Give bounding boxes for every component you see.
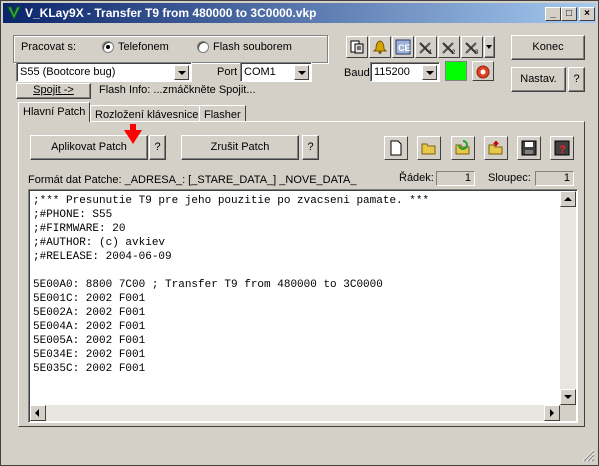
app-icon [7,6,21,21]
tools-3-icon[interactable]: 3 [461,36,483,58]
chevron-down-icon[interactable] [422,65,437,80]
maximize-button[interactable]: □ [561,7,577,21]
chevron-down-icon[interactable] [174,65,189,80]
end-button[interactable]: Konec [511,35,585,60]
svg-text:3: 3 [475,50,479,55]
arrow-down-icon [124,124,142,144]
dropdown-arrow-icon[interactable] [484,36,495,58]
row-label: Řádek: [399,172,434,184]
horizontal-scrollbar[interactable] [30,405,560,421]
settings-help-button[interactable]: ? [568,67,585,92]
cancel-patch-help-button[interactable]: ? [302,135,319,160]
minimize-button[interactable]: _ [545,7,561,21]
baud-label: Baud [344,67,370,79]
work-with-label: Pracovat s: [21,41,77,53]
port-label: Port [217,66,238,78]
main-patch-panel: Aplikovat Patch ? Zrušit Patch ? ? Formá… [18,121,585,427]
window-title: V_KLay9X - Transfer T9 from 480000 to 3C… [25,6,317,20]
editor-line: 5E004A: 2002 F001 [33,321,146,333]
patch-format-label: Formát dat Patche: _ADRESA_: [_STARE_DAT… [28,174,357,186]
svg-text:?: ? [559,144,566,156]
save-icon[interactable] [517,136,541,160]
editor-line: ;#RELEASE: 2004-06-09 [33,251,172,263]
title-bar[interactable]: V_KLay9X - Transfer T9 from 480000 to 3C… [3,3,596,23]
editor-text[interactable]: ;*** Presunutie T9 pre jeho pouzitie po … [33,194,557,376]
tools-1-icon[interactable]: 1 [415,36,437,58]
phone-model-select[interactable]: S55 (Bootcore bug) [16,62,192,82]
delete-icon[interactable]: ? [550,136,574,160]
apply-patch-help-button[interactable]: ? [149,135,166,160]
column-value-field: 1 [535,171,574,186]
bell-icon[interactable] [369,36,391,58]
resize-grip-icon[interactable] [581,448,595,462]
add-folder-icon[interactable] [484,136,508,160]
radio-phone[interactable] [102,41,114,53]
radio-phone-label[interactable]: Telefonem [118,41,169,53]
tab-flasher[interactable]: Flasher [199,105,246,122]
editor-line: 5E035C: 2002 F001 [33,363,146,375]
reload-icon[interactable] [451,136,475,160]
connect-button[interactable]: Spojit -> [16,83,91,99]
scroll-left-button[interactable] [30,405,46,421]
main-window: V_KLay9X - Transfer T9 from 480000 to 3C… [0,0,599,466]
tab-keyboard-layout[interactable]: Rozložení klávesnice [90,105,204,122]
editor-line: ;#AUTHOR: (c) avkiev [33,237,166,249]
patch-editor[interactable]: ;*** Presunutie T9 pre jeho pouzitie po … [28,189,578,423]
editor-line: ;#PHONE: S55 [33,209,113,221]
editor-line: 5E001C: 2002 F001 [33,293,146,305]
tools-2-icon[interactable]: 2 [438,36,460,58]
scroll-right-button[interactable] [544,405,560,421]
open-folder-icon[interactable] [417,136,441,160]
editor-line: ;*** Presunutie T9 pre jeho pouzitie po … [33,195,430,207]
editor-line: 5E034E: 2002 F001 [33,349,146,361]
scroll-up-button[interactable] [560,191,576,207]
ce-icon[interactable]: CE [392,36,414,58]
cancel-patch-button[interactable]: Zrušit Patch [181,135,299,160]
baud-select[interactable]: 115200 [370,62,440,82]
phone-book-icon[interactable] [346,36,368,58]
radio-flash[interactable] [197,41,209,53]
close-button[interactable]: × [579,7,595,21]
column-label: Sloupec: [488,172,531,184]
svg-text:CE: CE [398,43,411,53]
editor-line: 5E00A0: 8800 7C00 ; Transfer T9 from 480… [33,279,383,291]
editor-line: 5E005A: 2002 F001 [33,335,146,347]
vertical-scrollbar[interactable] [560,191,576,405]
editor-line: ;#FIRMWARE: 20 [33,223,126,235]
port-select[interactable]: COM1 [240,62,312,82]
scroll-down-button[interactable] [560,389,576,405]
chevron-down-icon[interactable] [294,65,309,80]
scroll-corner [560,405,576,421]
svg-text:1: 1 [429,50,433,55]
connection-status-indicator [445,61,467,81]
row-value-field: 1 [436,171,475,186]
gear-icon[interactable] [472,61,494,81]
svg-text:2: 2 [452,50,456,55]
tab-main-patch[interactable]: Hlavní Patch [18,102,91,122]
editor-line: 5E002A: 2002 F001 [33,307,146,319]
settings-button[interactable]: Nastav. [511,67,566,92]
flash-info-text: Flash Info: ...zmáčkněte Spojit... [99,84,256,96]
radio-flash-label[interactable]: Flash souborem [213,41,292,53]
new-file-icon[interactable] [384,136,408,160]
